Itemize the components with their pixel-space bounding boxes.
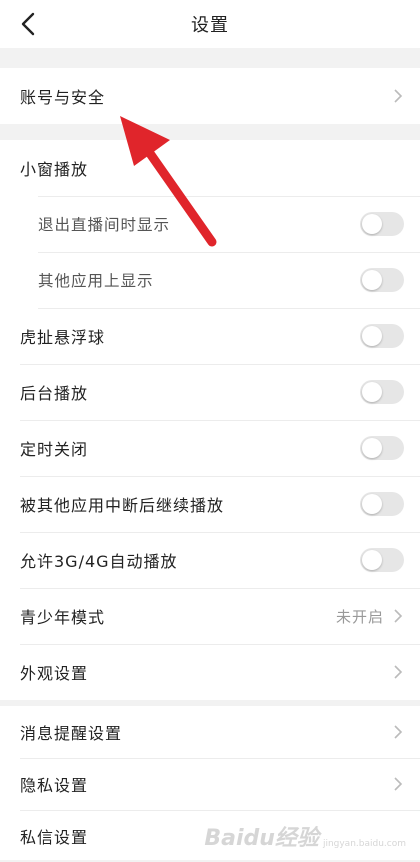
- appearance-item[interactable]: 外观设置: [0, 644, 420, 700]
- chevron-right-icon: [392, 87, 404, 105]
- message-reminder-item[interactable]: 消息提醒设置: [0, 706, 420, 758]
- top-bar: 设置: [0, 0, 420, 48]
- back-button[interactable]: [14, 10, 42, 38]
- floating-ball-toggle[interactable]: [360, 324, 404, 348]
- baidu-watermark-logo: Baidu经验 jingyan.baidu.com: [204, 826, 406, 851]
- mobile-data-autoplay-toggle[interactable]: [360, 548, 404, 572]
- floating-ball-item: 虎扯悬浮球: [0, 308, 420, 364]
- playback-section: 小窗播放 退出直播间时显示 其他应用上显示 虎扯悬浮球 后台播放 定时关闭 被其…: [0, 140, 420, 700]
- mobile-data-autoplay-item: 允许3G/4G自动播放: [0, 532, 420, 588]
- timer-off-item: 定时关闭: [0, 420, 420, 476]
- chevron-right-icon: [392, 723, 404, 741]
- chevron-right-icon: [392, 775, 404, 793]
- show-over-other-apps-toggle[interactable]: [360, 268, 404, 292]
- resume-after-interrupt-item: 被其他应用中断后继续播放: [0, 476, 420, 532]
- chevron-right-icon: [392, 663, 404, 681]
- background-play-item: 后台播放: [0, 364, 420, 420]
- mini-window-header: 小窗播放: [20, 160, 89, 179]
- account-security-item[interactable]: 账号与安全: [0, 68, 420, 124]
- chevron-left-icon: [21, 12, 35, 36]
- privacy-item[interactable]: 隐私设置: [0, 758, 420, 810]
- chevron-right-icon: [392, 607, 404, 625]
- account-security-label: 账号与安全: [20, 88, 106, 107]
- timer-off-toggle[interactable]: [360, 436, 404, 460]
- show-on-exit-live-item: 退出直播间时显示: [0, 196, 420, 252]
- teen-mode-status: 未开启: [335, 607, 384, 626]
- resume-after-interrupt-toggle[interactable]: [360, 492, 404, 516]
- teen-mode-item[interactable]: 青少年模式 未开启: [0, 588, 420, 644]
- page-title: 设置: [191, 15, 229, 36]
- show-on-exit-live-toggle[interactable]: [360, 212, 404, 236]
- account-section: 账号与安全: [0, 68, 420, 124]
- background-play-toggle[interactable]: [360, 380, 404, 404]
- show-over-other-apps-item: 其他应用上显示: [0, 252, 420, 308]
